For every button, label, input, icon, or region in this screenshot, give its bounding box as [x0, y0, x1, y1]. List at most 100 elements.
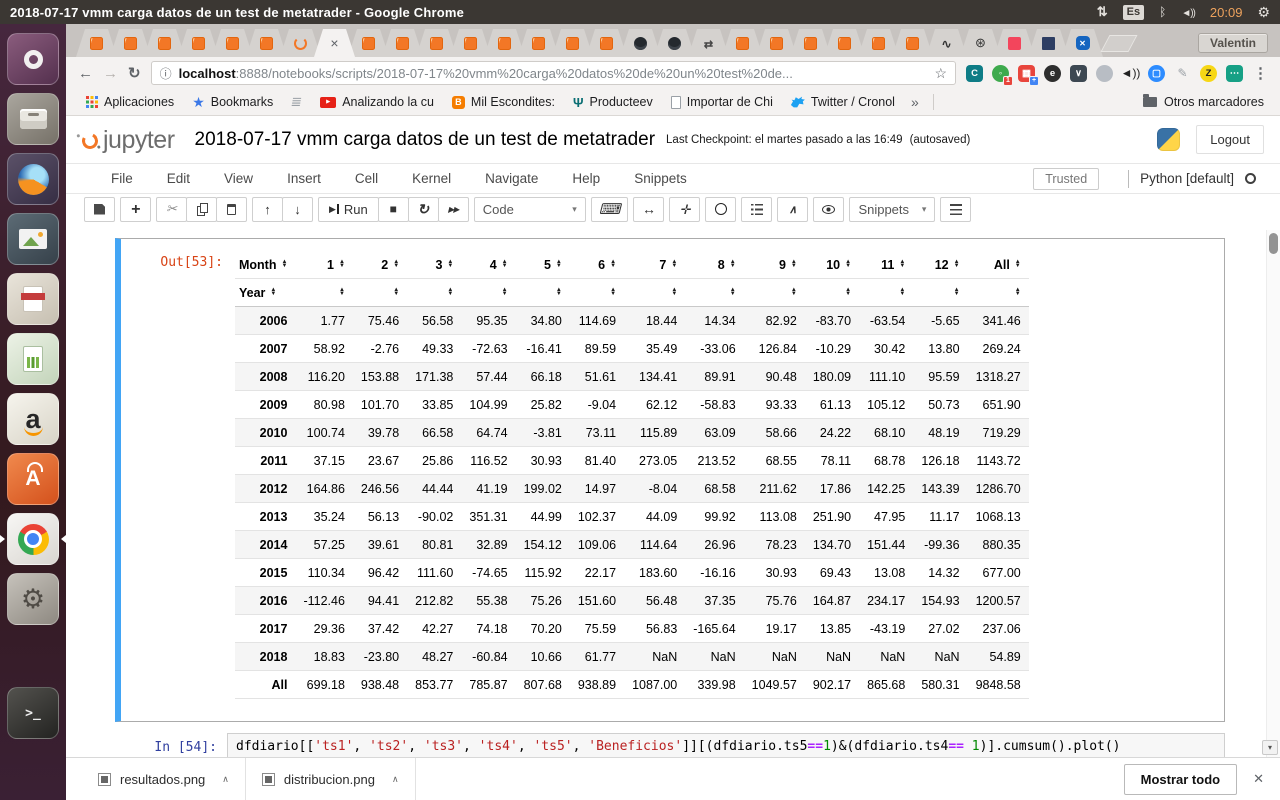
- scroll-down-button[interactable]: [1262, 740, 1278, 755]
- extension-chat-bubble-icon[interactable]: ⋯: [1226, 65, 1243, 82]
- show-all-downloads-button[interactable]: Mostrar todo: [1124, 764, 1237, 795]
- sort-icon[interactable]: ▲▼: [845, 288, 851, 297]
- move-button[interactable]: [669, 197, 700, 222]
- tab-sync[interactable]: [688, 29, 729, 57]
- sort-icon[interactable]: ▲▼: [899, 288, 905, 297]
- bookmark-item[interactable]: Analizando la cu: [312, 93, 442, 111]
- numlist-button[interactable]: [741, 197, 772, 222]
- tab-wave[interactable]: [926, 29, 967, 57]
- tab-book[interactable]: [348, 29, 389, 57]
- sort-icon[interactable]: ▲▼: [730, 260, 736, 269]
- terminal-icon[interactable]: [7, 687, 59, 739]
- network-icon[interactable]: [1097, 4, 1108, 20]
- sort-icon[interactable]: ▲▼: [393, 288, 399, 297]
- software-center-icon[interactable]: [7, 453, 59, 505]
- sort-icon[interactable]: ▲▼: [270, 288, 276, 297]
- tab-excel[interactable]: [1062, 29, 1103, 57]
- jupyter-logo[interactable]: jupyter: [82, 128, 175, 152]
- close-downloads-icon[interactable]: [1253, 771, 1264, 787]
- tab-book[interactable]: [722, 29, 763, 57]
- sort-icon[interactable]: ▲▼: [610, 260, 616, 269]
- sort-icon[interactable]: ▲▼: [447, 260, 453, 269]
- sort-icon[interactable]: ▲▼: [502, 288, 508, 297]
- scrollbar-thumb[interactable]: [1269, 233, 1278, 254]
- celltype-select[interactable]: Code▾: [474, 197, 586, 222]
- sort-icon[interactable]: ▲▼: [393, 260, 399, 269]
- document-viewer-icon[interactable]: [7, 273, 59, 325]
- system-settings-icon[interactable]: [7, 573, 59, 625]
- tab-book[interactable]: [824, 29, 865, 57]
- sort-icon[interactable]: ▲▼: [1015, 260, 1021, 269]
- amazon-icon[interactable]: [7, 393, 59, 445]
- hresize-button[interactable]: [633, 197, 664, 222]
- tab-book[interactable]: [858, 29, 899, 57]
- tab-github[interactable]: [654, 29, 695, 57]
- tab-book[interactable]: [382, 29, 423, 57]
- tab-close-icon[interactable]: [330, 36, 338, 51]
- logout-button[interactable]: Logout: [1196, 125, 1264, 154]
- sort-icon[interactable]: ▲▼: [281, 260, 287, 269]
- menu-file[interactable]: File: [94, 171, 150, 186]
- image-viewer-icon[interactable]: [7, 213, 59, 265]
- menu-kernel[interactable]: Kernel: [395, 171, 468, 186]
- extension-red-grid-icon[interactable]: ▦+: [1018, 65, 1035, 82]
- sort-icon[interactable]: ▲▼: [845, 260, 851, 269]
- tab-atom[interactable]: [960, 29, 1001, 57]
- tab-book[interactable]: [586, 29, 627, 57]
- chevup-button[interactable]: [777, 197, 808, 222]
- tab-book[interactable]: [552, 29, 593, 57]
- bookmark-item[interactable]: Aplicaciones: [78, 93, 182, 111]
- sort-icon[interactable]: ▲▼: [791, 260, 797, 269]
- back-button[interactable]: ←: [78, 65, 93, 82]
- sort-icon[interactable]: ▲▼: [954, 260, 960, 269]
- extension-stylus-icon[interactable]: ✎: [1174, 65, 1191, 82]
- chevron-up-icon[interactable]: [222, 774, 229, 785]
- reload-button[interactable]: [128, 64, 141, 82]
- page-info-icon[interactable]: [160, 65, 172, 82]
- tab-book[interactable]: [892, 29, 933, 57]
- extension-evernote-e-icon[interactable]: e: [1044, 65, 1061, 82]
- cut-button[interactable]: [156, 197, 187, 222]
- bookmark-item[interactable]: Importar de Chi: [663, 93, 781, 111]
- tab-book[interactable]: [756, 29, 797, 57]
- extension-disabled-circle-icon[interactable]: [1096, 65, 1113, 82]
- sort-icon[interactable]: ▲▼: [556, 260, 562, 269]
- restart-button[interactable]: [408, 197, 439, 222]
- notebook-title[interactable]: 2018-07-17 vmm carga datos de un test de…: [195, 129, 655, 151]
- tab-red[interactable]: [994, 29, 1035, 57]
- sort-icon[interactable]: ▲▼: [791, 288, 797, 297]
- tab-book[interactable]: [246, 29, 287, 57]
- bookmark-item[interactable]: Producteev: [565, 93, 661, 111]
- menu-view[interactable]: View: [207, 171, 270, 186]
- tab-book[interactable]: [518, 29, 559, 57]
- chrome-menu-icon[interactable]: [1253, 64, 1268, 82]
- firefox-icon[interactable]: [7, 153, 59, 205]
- bookmark-item[interactable]: Bookmarks: [184, 93, 281, 111]
- sort-icon[interactable]: ▲▼: [954, 288, 960, 297]
- sort-icon[interactable]: ▲▼: [671, 288, 677, 297]
- sort-icon[interactable]: ▲▼: [447, 288, 453, 297]
- volume-icon[interactable]: [1181, 5, 1195, 19]
- ff-button[interactable]: [438, 197, 469, 222]
- run-button[interactable]: Run: [318, 197, 379, 222]
- up-button[interactable]: [252, 197, 283, 222]
- eye-button[interactable]: [813, 197, 844, 222]
- extension-green-tasks-icon[interactable]: ◦1: [992, 65, 1009, 82]
- url-text[interactable]: localhost:8888/notebooks/scripts/2018-07…: [179, 66, 928, 81]
- clock[interactable]: 20:09: [1210, 5, 1243, 20]
- forward-button[interactable]: →: [103, 65, 118, 82]
- keyboard-button[interactable]: [591, 197, 629, 222]
- save-button[interactable]: [84, 197, 115, 222]
- chrome-icon[interactable]: [7, 513, 59, 565]
- add-button[interactable]: [120, 197, 151, 222]
- download-item[interactable]: resultados.png: [82, 758, 246, 800]
- sort-icon[interactable]: ▲▼: [671, 260, 677, 269]
- session-gear-icon[interactable]: [1257, 4, 1270, 21]
- paste-button[interactable]: [216, 197, 247, 222]
- tab-spinner[interactable]: [280, 29, 321, 57]
- extension-speaker-icon[interactable]: ◄)): [1122, 65, 1139, 82]
- tab-github[interactable]: [620, 29, 661, 57]
- sort-icon[interactable]: ▲▼: [899, 260, 905, 269]
- list-button[interactable]: [940, 197, 971, 222]
- chevron-up-icon[interactable]: [392, 774, 399, 785]
